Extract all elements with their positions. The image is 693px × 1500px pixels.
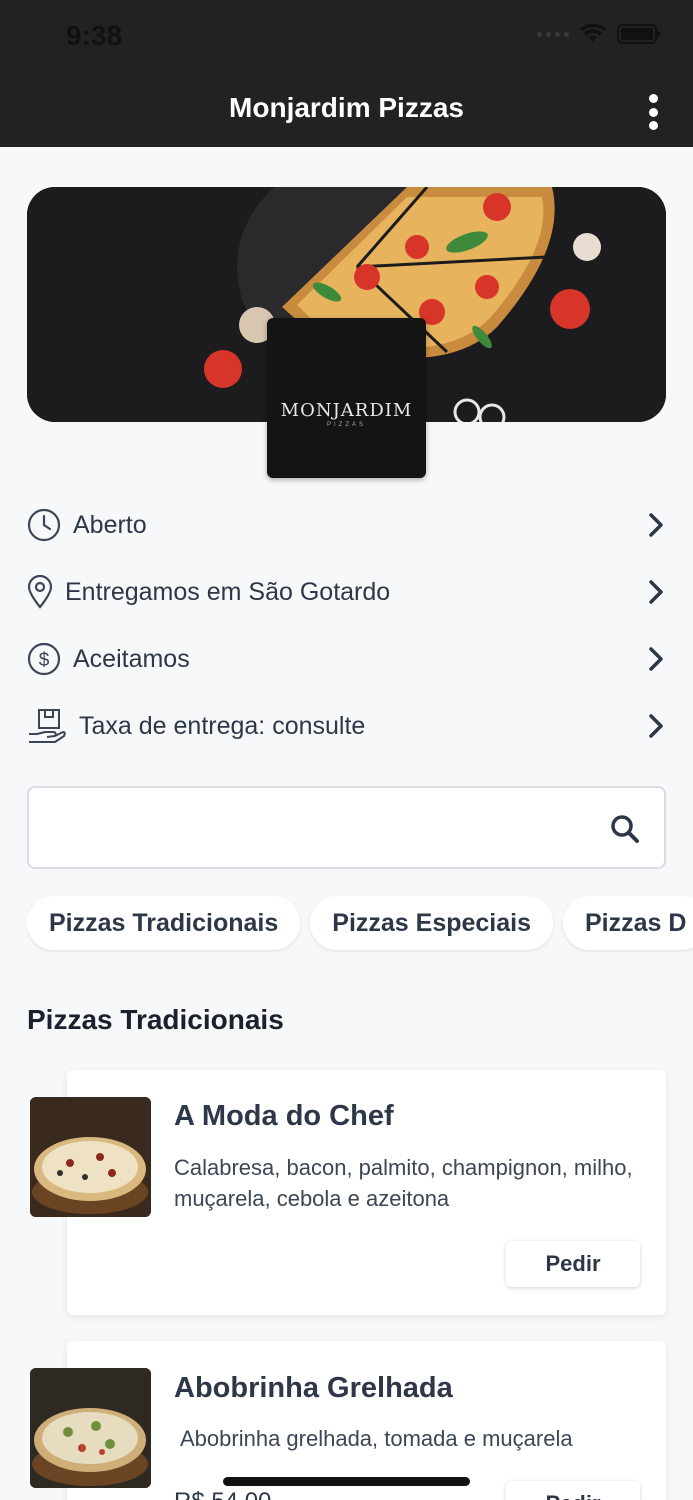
chip-pizzas-d[interactable]: Pizzas D <box>563 896 693 950</box>
product-image <box>30 1368 151 1488</box>
map-pin-icon <box>27 575 53 609</box>
info-row-status[interactable]: Aberto <box>27 503 672 547</box>
chevron-right-icon <box>649 513 663 537</box>
clock-icon <box>27 508 61 542</box>
info-row-payment[interactable]: $ Aceitamos <box>27 637 672 681</box>
status-icons <box>537 24 660 44</box>
chip-pizzas-especiais[interactable]: Pizzas Especiais <box>310 896 553 950</box>
store-logo-subtext: PIZZAS <box>326 422 366 428</box>
info-label-delivery-fee: Taxa de entrega: consulte <box>79 711 366 740</box>
order-button[interactable]: Pedir <box>506 1241 640 1287</box>
page-title: Monjardim Pizzas <box>229 92 464 123</box>
store-logo: MONJARDIM PIZZAS <box>267 318 426 478</box>
product-card[interactable]: A Moda do Chef Calabresa, bacon, palmito… <box>67 1070 666 1315</box>
chip-pizzas-tradicionais[interactable]: Pizzas Tradicionais <box>27 896 301 950</box>
product-name: A Moda do Chef <box>174 1100 394 1132</box>
top-app-bar: 9:38 Monjardim Pizzas <box>0 0 693 147</box>
product-price: R$ 54,00 <box>174 1488 271 1500</box>
chevron-right-icon <box>649 714 663 738</box>
order-button[interactable]: Pedir <box>506 1481 640 1500</box>
product-description: Abobrinha grelhada, tomada e muçarela <box>180 1426 573 1451</box>
wifi-icon <box>579 24 607 42</box>
search-icon[interactable] <box>610 814 640 844</box>
dollar-circle-icon: $ <box>27 642 61 676</box>
battery-icon <box>617 24 660 44</box>
info-row-delivery-fee[interactable]: Taxa de entrega: consulte <box>27 704 672 748</box>
search-input[interactable] <box>29 788 589 867</box>
more-options-icon[interactable] <box>641 94 665 130</box>
search-bar <box>27 786 666 869</box>
info-label-status: Aberto <box>73 510 147 539</box>
signal-icon <box>537 31 569 37</box>
store-logo-text: MONJARDIM <box>280 400 413 421</box>
product-image <box>30 1097 151 1217</box>
info-label-delivery-area: Entregamos em São Gotardo <box>65 577 391 606</box>
info-label-payment: Aceitamos <box>73 644 190 673</box>
chevron-right-icon <box>649 647 663 671</box>
chevron-right-icon <box>649 580 663 604</box>
category-chips: Pizzas Tradicionais Pizzas Especiais Pizza… <box>27 896 693 952</box>
product-description: Calabresa, bacon, palmito, champignon, m… <box>174 1155 633 1211</box>
section-title: Pizzas Tradicionais <box>27 1004 284 1035</box>
svg-text:$: $ <box>39 650 50 671</box>
home-indicator <box>223 1477 470 1486</box>
delivery-hand-icon <box>27 709 67 743</box>
status-time: 9:38 <box>66 20 123 51</box>
info-row-delivery-area[interactable]: Entregamos em São Gotardo <box>27 570 672 614</box>
product-name: Abobrinha Grelhada <box>174 1372 453 1404</box>
